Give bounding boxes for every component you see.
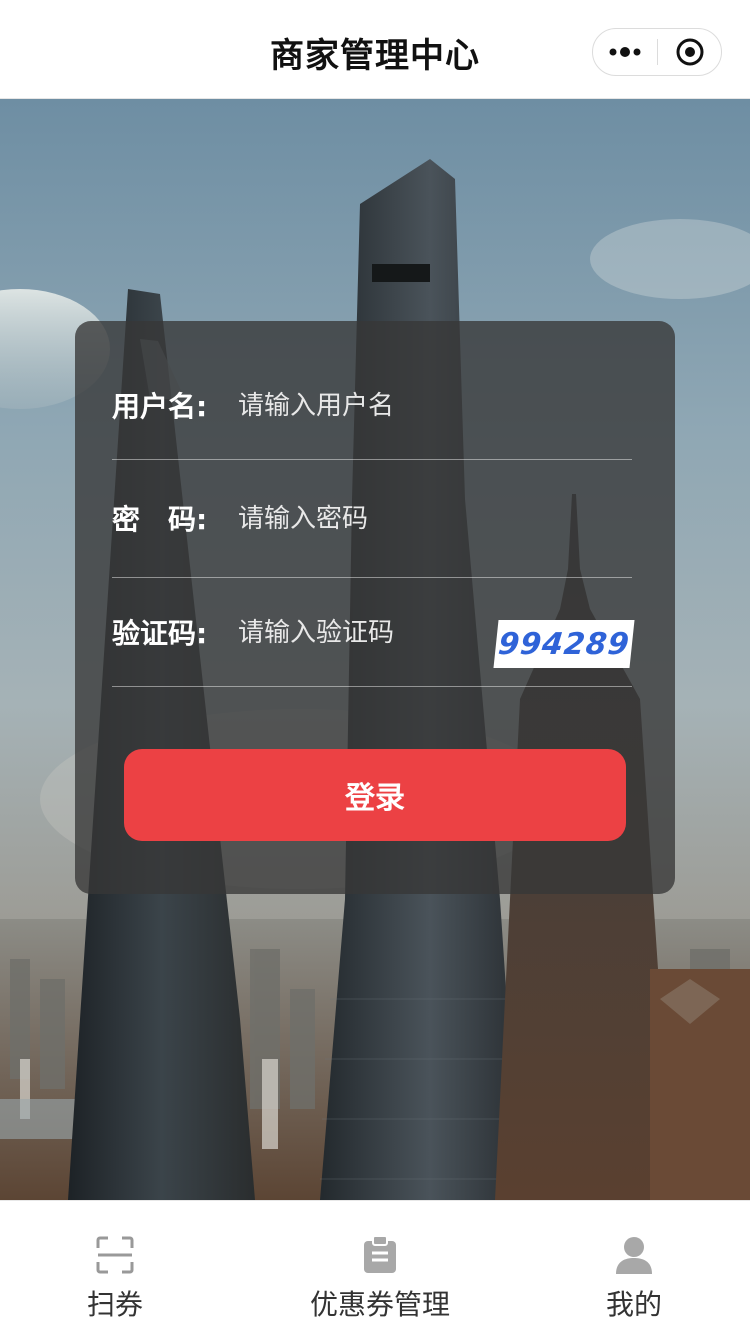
tab-mine[interactable]: 我的 [509,1201,750,1335]
mini-program-capsule [592,28,722,76]
password-input[interactable] [236,459,490,579]
close-button[interactable] [658,29,721,75]
user-icon [616,1237,652,1274]
password-row: 密 码: [112,459,632,579]
tab-coupon-management-label: 优惠券管理 [309,1288,450,1321]
tab-scan[interactable]: 扫券 [0,1201,240,1335]
username-label: 用户名: [112,389,208,423]
captcha-input[interactable] [236,577,490,688]
captcha-image[interactable]: 994289 [493,620,635,668]
username-input[interactable] [236,350,490,461]
captcha-row: 验证码: 994289 [112,577,635,688]
password-label: 密 码: [112,503,208,536]
scan-icon [96,1236,134,1274]
username-row: 用户名: [112,350,632,461]
tab-mine-label: 我的 [605,1288,662,1321]
more-button[interactable] [593,29,656,75]
tab-bar: 扫券 优惠券管理 我的 [0,1200,750,1335]
login-button[interactable]: 登录 [124,749,626,841]
login-card: 用户名: 密 码: 验证码: 994289 登录 [75,321,675,894]
captcha-label: 验证码: [112,616,208,650]
clipboard-icon [364,1236,396,1273]
tab-scan-label: 扫券 [86,1288,143,1321]
more-dots-icon [609,47,640,57]
tab-coupon-management[interactable]: 优惠券管理 [255,1201,505,1335]
nav-bar: 商家管理中心 [0,0,750,99]
target-circle-icon [676,38,703,66]
